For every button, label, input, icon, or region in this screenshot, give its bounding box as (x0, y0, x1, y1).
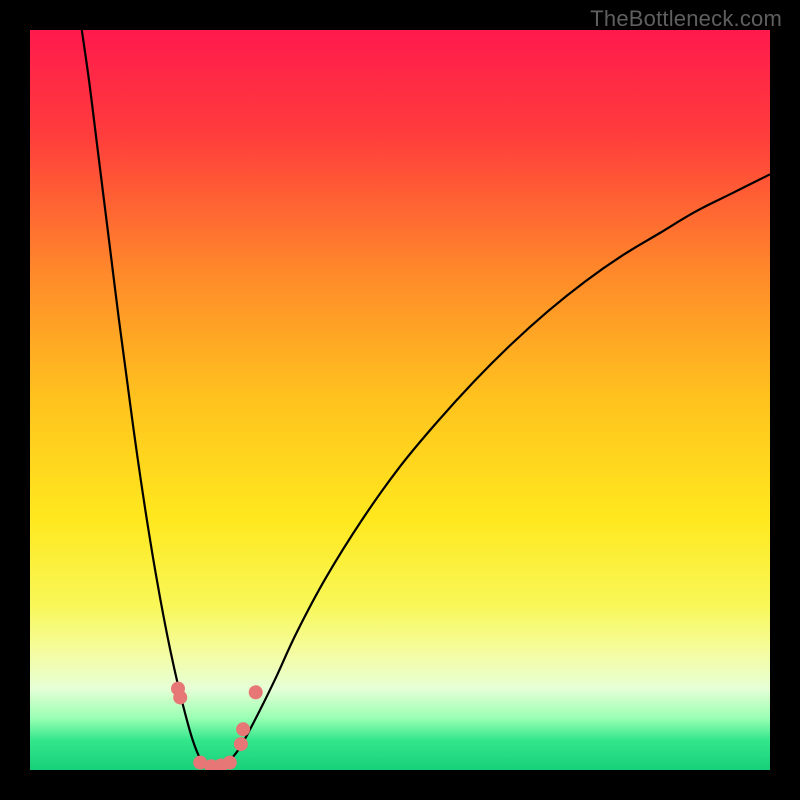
chart-svg (30, 30, 770, 770)
watermark-text: TheBottleneck.com (590, 6, 782, 32)
scatter-point (234, 737, 248, 751)
chart-container: TheBottleneck.com (0, 0, 800, 800)
scatter-point (249, 685, 263, 699)
scatter-point (236, 722, 250, 736)
gradient-background (30, 30, 770, 770)
scatter-point (223, 756, 237, 770)
scatter-point (173, 690, 187, 704)
plot-area (30, 30, 770, 770)
